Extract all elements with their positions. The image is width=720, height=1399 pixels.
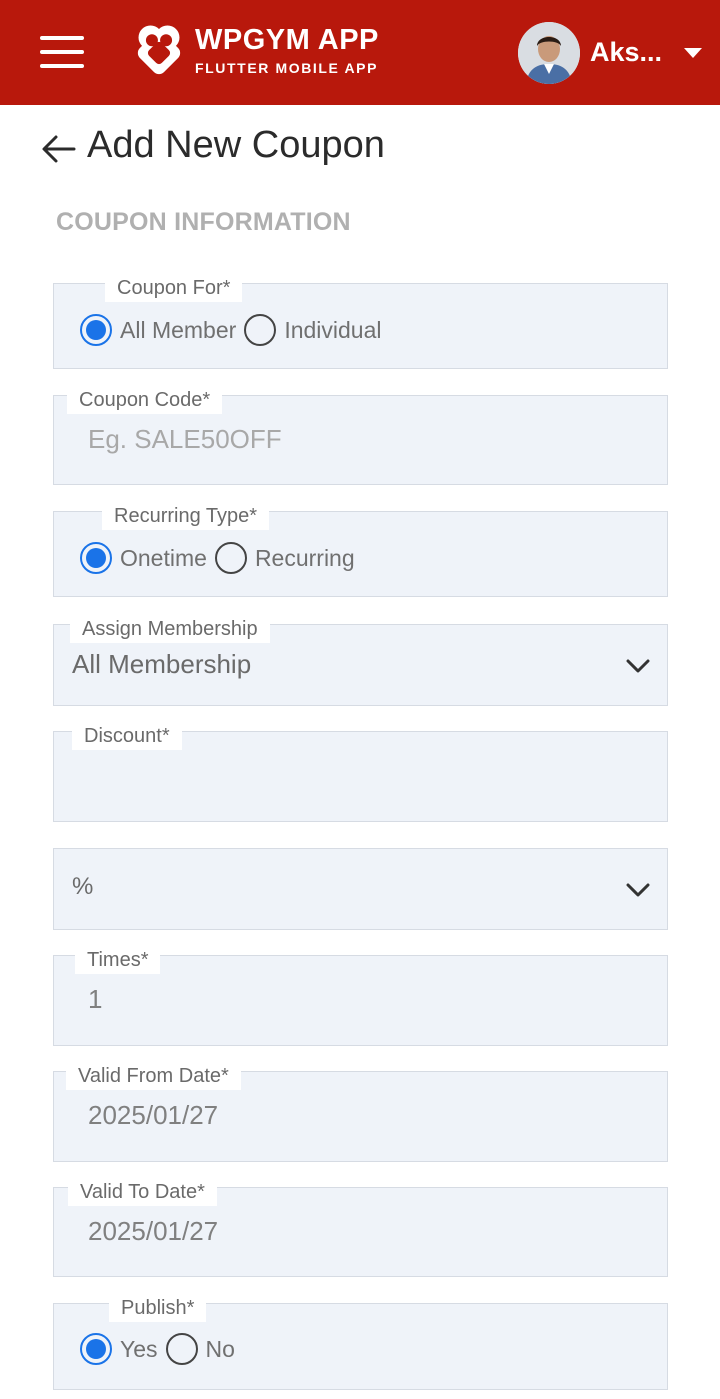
valid-from-input[interactable]: 2025/01/27 [88, 1100, 218, 1131]
publish-options: Yes No [80, 1333, 243, 1365]
recurring-type-group: Recurring Type* Onetime Recurring [53, 502, 668, 597]
brand-title: WPGYM APP [195, 24, 379, 56]
avatar[interactable] [518, 22, 580, 84]
assign-membership-value[interactable]: All Membership [72, 649, 251, 680]
radio-recurring-label[interactable]: Recurring [255, 545, 355, 572]
valid-from-field[interactable]: Valid From Date* 2025/01/27 [53, 1062, 668, 1162]
valid-to-input[interactable]: 2025/01/27 [88, 1216, 218, 1247]
back-arrow-icon[interactable] [40, 132, 76, 166]
radio-yes[interactable] [80, 1333, 112, 1365]
brand-subtitle: FLUTTER MOBILE APP [195, 60, 379, 76]
section-title: COUPON INFORMATION [56, 208, 351, 236]
valid-to-field[interactable]: Valid To Date* 2025/01/27 [53, 1178, 668, 1277]
caret-down-icon[interactable] [684, 48, 702, 58]
recurring-type-options: Onetime Recurring [80, 542, 363, 574]
publish-label: Publish* [109, 1294, 207, 1322]
assign-membership-label: Assign Membership [70, 615, 270, 643]
valid-to-label: Valid To Date* [68, 1178, 217, 1206]
radio-no[interactable] [165, 1333, 198, 1365]
radio-onetime[interactable] [80, 542, 112, 574]
app-header: WPGYM APP FLUTTER MOBILE APP Aks... [0, 0, 720, 105]
coupon-for-label: Coupon For* [105, 274, 243, 302]
radio-onetime-label[interactable]: Onetime [120, 545, 207, 572]
chevron-down-icon[interactable] [625, 882, 651, 898]
coupon-code-label: Coupon Code* [67, 386, 223, 414]
radio-yes-label[interactable]: Yes [120, 1336, 158, 1363]
radio-no-label[interactable]: No [206, 1336, 235, 1363]
coupon-for-options: All Member Individual [80, 314, 390, 346]
wpgym-logo-icon [137, 25, 181, 75]
radio-all-member-label[interactable]: All Member [120, 317, 236, 344]
coupon-for-group: Coupon For* All Member Individual [53, 274, 668, 369]
coupon-code-input[interactable]: Eg. SALE50OFF [88, 424, 282, 455]
radio-individual-label[interactable]: Individual [284, 317, 381, 344]
times-label: Times* [75, 946, 161, 974]
assign-membership-select[interactable]: Assign Membership All Membership [53, 615, 668, 706]
times-input[interactable]: 1 [88, 984, 102, 1015]
discount-field[interactable]: Discount* [53, 722, 668, 822]
coupon-code-field[interactable]: Coupon Code* Eg. SALE50OFF [53, 386, 668, 485]
user-photo-icon [518, 22, 580, 84]
valid-from-label: Valid From Date* [66, 1062, 241, 1090]
page-title: Add New Coupon [87, 124, 385, 166]
radio-individual[interactable] [244, 314, 277, 346]
recurring-type-label: Recurring Type* [102, 502, 270, 530]
menu-icon[interactable] [40, 36, 84, 68]
user-name[interactable]: Aks... [590, 37, 662, 68]
radio-recurring[interactable] [214, 542, 247, 574]
publish-group: Publish* Yes No [53, 1294, 668, 1390]
radio-all-member[interactable] [80, 314, 112, 346]
discount-type-value[interactable]: % [72, 873, 93, 901]
chevron-down-icon[interactable] [625, 658, 651, 674]
discount-type-select[interactable]: % [53, 848, 668, 930]
discount-label: Discount* [72, 722, 182, 750]
times-field[interactable]: Times* 1 [53, 946, 668, 1046]
